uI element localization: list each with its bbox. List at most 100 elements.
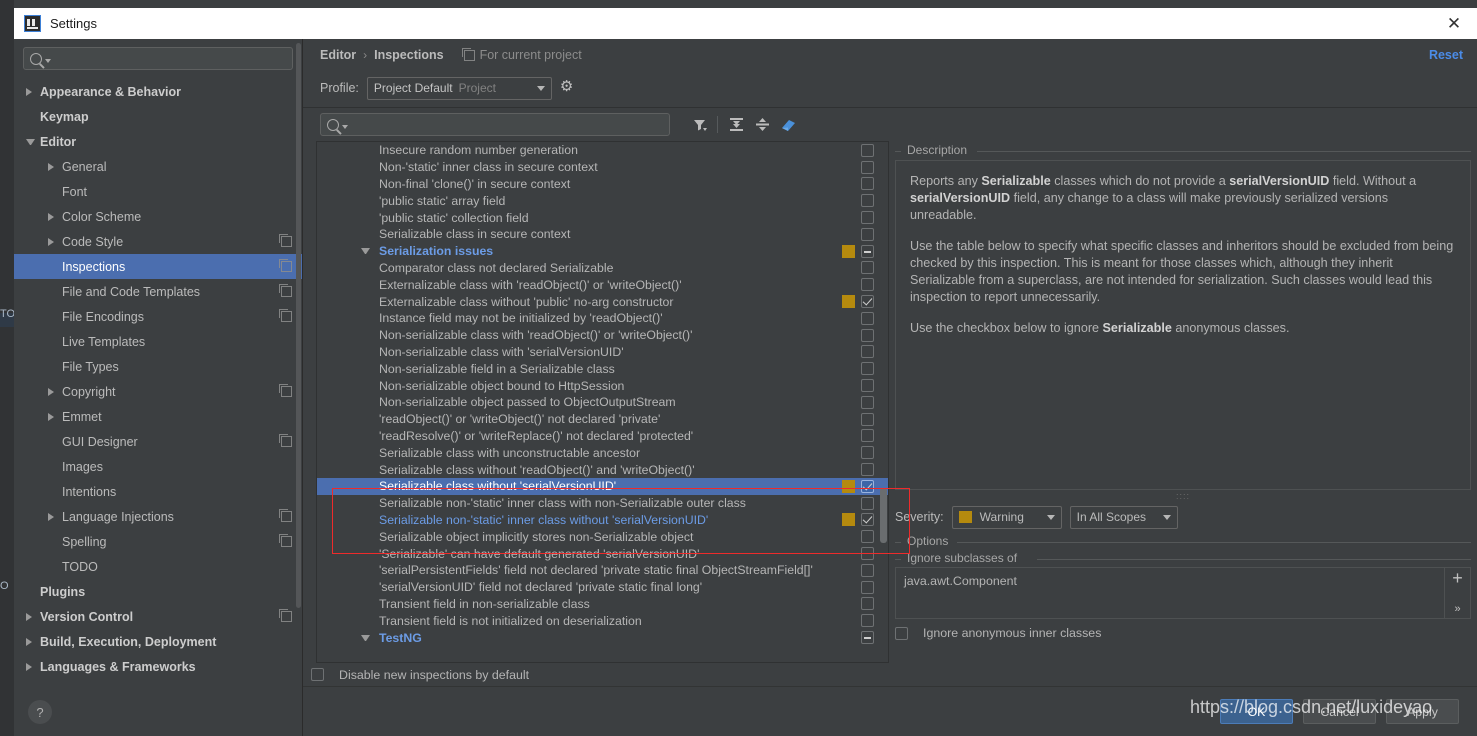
inspection-row[interactable]: Non-serializable object passed to Object…: [317, 394, 888, 411]
sidebar-item-file-and-code-templates[interactable]: File and Code Templates: [14, 279, 302, 304]
apply-button[interactable]: Apply: [1386, 699, 1459, 724]
sidebar-item-file-types[interactable]: File Types: [14, 354, 302, 379]
inspection-enabled-checkbox[interactable]: [861, 177, 874, 191]
inspection-row[interactable]: Externalizable class without 'public' no…: [317, 293, 888, 310]
inspection-row[interactable]: TestNG: [317, 629, 888, 646]
severity-select[interactable]: Warning: [951, 505, 1062, 529]
sidebar-item-spelling[interactable]: Spelling: [14, 529, 302, 554]
chevron-right-icon[interactable]: [48, 512, 57, 521]
inspection-row[interactable]: Serializable non-'static' inner class wi…: [317, 512, 888, 529]
inspection-enabled-checkbox[interactable]: [861, 530, 874, 544]
panel-splitter-handle[interactable]: ::::: [895, 490, 1471, 501]
sidebar-item-plugins[interactable]: Plugins: [14, 579, 302, 604]
inspection-enabled-checkbox[interactable]: [861, 395, 874, 409]
inspection-row[interactable]: Transient field in non-serializable clas…: [317, 596, 888, 613]
inspection-row[interactable]: Instance field may not be initialized by…: [317, 310, 888, 327]
inspection-row[interactable]: Non-serializable object bound to HttpSes…: [317, 377, 888, 394]
sidebar-item-build-execution-deployment[interactable]: Build, Execution, Deployment: [14, 629, 302, 654]
inspections-search-field[interactable]: [320, 113, 670, 136]
settings-category-tree[interactable]: Appearance & Behavior Keymap Editor General…: [14, 77, 302, 688]
sidebar-item-color-scheme[interactable]: Color Scheme: [14, 204, 302, 229]
chevron-right-icon[interactable]: [26, 612, 35, 621]
inspection-row[interactable]: Serialization issues: [317, 243, 888, 260]
inspection-enabled-checkbox[interactable]: [861, 143, 874, 157]
inspection-enabled-checkbox[interactable]: [861, 496, 874, 510]
inspection-row[interactable]: Non-'static' inner class in secure conte…: [317, 159, 888, 176]
inspection-enabled-checkbox[interactable]: [861, 211, 874, 225]
inspection-enabled-checkbox[interactable]: [861, 379, 874, 393]
close-icon[interactable]: ✕: [1439, 9, 1469, 39]
inspection-row[interactable]: 'serialVersionUID' field not declared 'p…: [317, 579, 888, 596]
inspection-enabled-checkbox[interactable]: [861, 513, 874, 527]
filter-funnel-icon[interactable]: [686, 113, 712, 137]
chevron-right-icon[interactable]: [48, 412, 57, 421]
inspection-row[interactable]: 'public static' collection field: [317, 209, 888, 226]
ignore-anonymous-row[interactable]: Ignore anonymous inner classes: [895, 626, 1471, 640]
cancel-button[interactable]: Cancel: [1303, 699, 1376, 724]
inspection-enabled-checkbox[interactable]: [861, 345, 874, 359]
gear-icon[interactable]: [560, 77, 575, 96]
sidebar-item-images[interactable]: Images: [14, 454, 302, 479]
inspection-row[interactable]: Externalizable class with 'readObject()'…: [317, 276, 888, 293]
sidebar-item-languages-frameworks[interactable]: Languages & Frameworks: [14, 654, 302, 679]
inspection-enabled-checkbox[interactable]: [861, 597, 874, 611]
more-button[interactable]: »: [1454, 603, 1460, 615]
add-button[interactable]: +: [1452, 569, 1463, 587]
inspection-row[interactable]: Transient field is not initialized on de…: [317, 612, 888, 629]
inspection-row[interactable]: Serializable class without 'serialVersio…: [317, 477, 888, 495]
inspection-enabled-checkbox[interactable]: [861, 295, 874, 309]
inspection-row[interactable]: Serializable non-'static' inner class wi…: [317, 495, 888, 512]
inspection-row[interactable]: Serializable class with unconstructable …: [317, 444, 888, 461]
sidebar-item-live-templates[interactable]: Live Templates: [14, 329, 302, 354]
sidebar-item-emmet[interactable]: Emmet: [14, 404, 302, 429]
sidebar-item-general[interactable]: General: [14, 154, 302, 179]
chevron-down-icon[interactable]: [361, 248, 370, 255]
chevron-right-icon[interactable]: [48, 212, 57, 221]
sidebar-item-version-control[interactable]: Version Control: [14, 604, 302, 629]
sidebar-item-copyright[interactable]: Copyright: [14, 379, 302, 404]
inspections-tree[interactable]: Insecure random number generation Non-'st…: [317, 142, 888, 662]
inspection-row[interactable]: Serializable class in secure context: [317, 226, 888, 243]
inspection-enabled-checkbox[interactable]: [861, 463, 874, 477]
inspection-row[interactable]: 'readResolve()' or 'writeReplace()' not …: [317, 428, 888, 445]
inspections-scrollbar[interactable]: [880, 488, 887, 543]
chevron-right-icon[interactable]: [48, 162, 57, 171]
sidebar-item-language-injections[interactable]: Language Injections: [14, 504, 302, 529]
breadcrumb-root[interactable]: Editor: [320, 48, 356, 62]
disable-new-inspections-checkbox[interactable]: [311, 668, 324, 681]
inspection-enabled-checkbox[interactable]: [861, 194, 874, 208]
inspection-enabled-checkbox[interactable]: [861, 160, 874, 174]
ignore-subclasses-list[interactable]: java.awt.Component + »: [895, 567, 1471, 619]
inspection-row[interactable]: 'Serializable' can have default generate…: [317, 545, 888, 562]
sidebar-item-editor[interactable]: Editor: [14, 129, 302, 154]
sidebar-item-gui-designer[interactable]: GUI Designer: [14, 429, 302, 454]
inspection-enabled-checkbox[interactable]: [861, 311, 874, 325]
inspection-enabled-checkbox[interactable]: [861, 631, 874, 644]
sidebar-item-intentions[interactable]: Intentions: [14, 479, 302, 504]
inspection-enabled-checkbox[interactable]: [861, 614, 874, 628]
collapse-all-icon[interactable]: [749, 113, 775, 137]
sidebar-item-font[interactable]: Font: [14, 179, 302, 204]
inspection-row[interactable]: Insecure random number generation: [317, 142, 888, 159]
profile-select[interactable]: Project Default Project: [366, 76, 552, 100]
expand-all-icon[interactable]: [723, 113, 749, 137]
inspection-enabled-checkbox[interactable]: [861, 446, 874, 460]
chevron-right-icon[interactable]: [26, 87, 35, 96]
scope-select[interactable]: In All Scopes: [1069, 505, 1178, 529]
ignore-subclasses-item[interactable]: java.awt.Component: [896, 568, 1444, 618]
inspection-enabled-checkbox[interactable]: [861, 261, 874, 275]
disable-new-inspections-row[interactable]: Disable new inspections by default: [303, 663, 1477, 686]
inspection-enabled-checkbox[interactable]: [861, 563, 874, 577]
inspection-row[interactable]: Non-serializable class with 'readObject(…: [317, 327, 888, 344]
inspection-row[interactable]: Comparator class not declared Serializab…: [317, 260, 888, 277]
inspection-row[interactable]: Non-serializable class with 'serialVersi…: [317, 344, 888, 361]
inspection-enabled-checkbox[interactable]: [861, 244, 874, 258]
inspection-row[interactable]: Serializable object implicitly stores no…: [317, 528, 888, 545]
chevron-right-icon[interactable]: [48, 387, 57, 396]
sidebar-item-todo[interactable]: TODO: [14, 554, 302, 579]
inspection-enabled-checkbox[interactable]: [861, 362, 874, 376]
eraser-icon[interactable]: [775, 113, 801, 137]
inspection-enabled-checkbox[interactable]: [861, 580, 874, 594]
sidebar-scrollbar[interactable]: [296, 43, 301, 608]
sidebar-item-file-encodings[interactable]: File Encodings: [14, 304, 302, 329]
